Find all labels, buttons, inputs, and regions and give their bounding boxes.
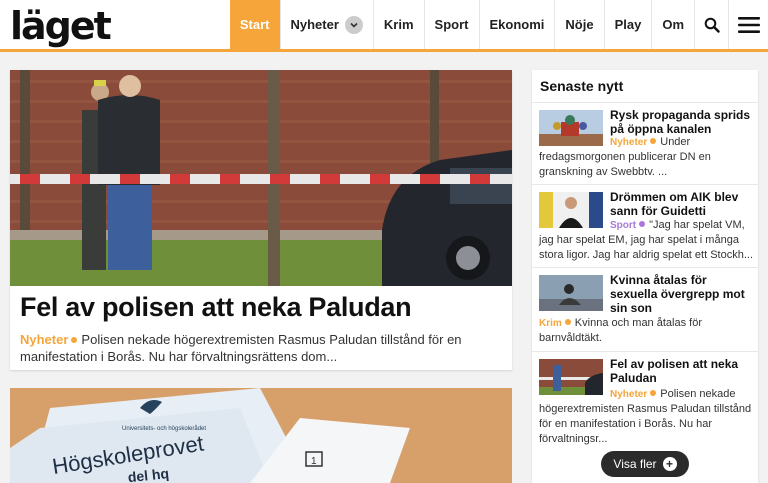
- feature-category[interactable]: Nyheter: [20, 332, 68, 347]
- chevron-down-icon[interactable]: [344, 15, 363, 34]
- nav-item-noje[interactable]: Nöje: [554, 0, 603, 49]
- search-button[interactable]: [694, 0, 728, 49]
- menu-button[interactable]: [728, 0, 768, 49]
- news-category[interactable]: Sport: [610, 220, 636, 231]
- main-nav: Start Nyheter Krim Sport Ekonomi Nöje Pl…: [229, 0, 768, 49]
- article-image-sheet-text: del hq: [127, 465, 170, 483]
- nav-item-start[interactable]: Start: [229, 0, 280, 49]
- news-category[interactable]: Nyheter: [610, 137, 647, 148]
- news-text: Nyheter Under fredagsmorgonen publicerar …: [539, 136, 711, 178]
- list-item[interactable]: Drömmen om AIK blev sann för Guidetti Sp…: [532, 184, 758, 267]
- article-image-number: 1: [311, 456, 317, 467]
- feature-article[interactable]: Fel av polisen att neka Paludan Nyheter P…: [10, 70, 512, 370]
- news-category[interactable]: Nyheter: [610, 389, 647, 400]
- search-icon: [704, 17, 720, 33]
- show-more-button[interactable]: Visa fler +: [601, 451, 689, 477]
- nav-item-ekonomi[interactable]: Ekonomi: [478, 0, 555, 49]
- latest-news-sidebar: Senaste nytt Rysk propaganda sprids på ö…: [532, 70, 758, 483]
- feature-image[interactable]: [10, 70, 512, 286]
- sidebar-heading: Senaste nytt: [540, 78, 624, 94]
- news-title[interactable]: Rysk propaganda sprids på öppna kanalen: [610, 108, 754, 136]
- menu-icon: [737, 16, 760, 33]
- site-logo[interactable]: läget: [10, 6, 112, 46]
- news-thumbnail[interactable]: [539, 275, 603, 311]
- article-card-hogskoleprovet[interactable]: Universitets- och högskolerådet Högskole…: [10, 388, 512, 483]
- news-title[interactable]: Drömmen om AIK blev sann för Guidetti: [610, 190, 754, 218]
- news-text: Krim Kvinna och man åtalas för barnvåldtä…: [539, 317, 702, 344]
- nav-item-nyheter[interactable]: Nyheter: [279, 0, 373, 49]
- nav-item-krim[interactable]: Krim: [372, 0, 424, 49]
- list-item[interactable]: Fel av polisen att neka Paludan Nyheter P…: [532, 351, 758, 445]
- nav-item-play[interactable]: Play: [603, 0, 652, 49]
- article-image[interactable]: Universitets- och högskolerådet Högskole…: [10, 388, 512, 483]
- plus-icon: +: [662, 457, 677, 471]
- feature-title[interactable]: Fel av polisen att neka Paludan: [20, 292, 412, 323]
- nav-item-om[interactable]: Om: [651, 0, 694, 49]
- category-dot: [71, 337, 78, 343]
- news-title[interactable]: Fel av polisen att neka Paludan: [610, 357, 754, 385]
- nav-item-sport[interactable]: Sport: [423, 0, 479, 49]
- feature-lead: Nyheter Polisen nekade högerextremisten R…: [20, 332, 462, 364]
- news-text: Sport "Jag har spelat VM, jag har spelat …: [539, 219, 754, 261]
- site-header: läget Start Nyheter Krim Sport Ekonomi N…: [0, 0, 768, 52]
- news-title[interactable]: Kvinna åtalas för sexuella övergrepp mot…: [610, 273, 754, 315]
- list-item[interactable]: Kvinna åtalas för sexuella övergrepp mot…: [532, 267, 758, 351]
- news-category[interactable]: Krim: [539, 318, 562, 329]
- news-text: Nyheter Polisen nekade högerextremisten R…: [539, 388, 752, 445]
- list-item[interactable]: Rysk propaganda sprids på öppna kanalen …: [532, 102, 758, 184]
